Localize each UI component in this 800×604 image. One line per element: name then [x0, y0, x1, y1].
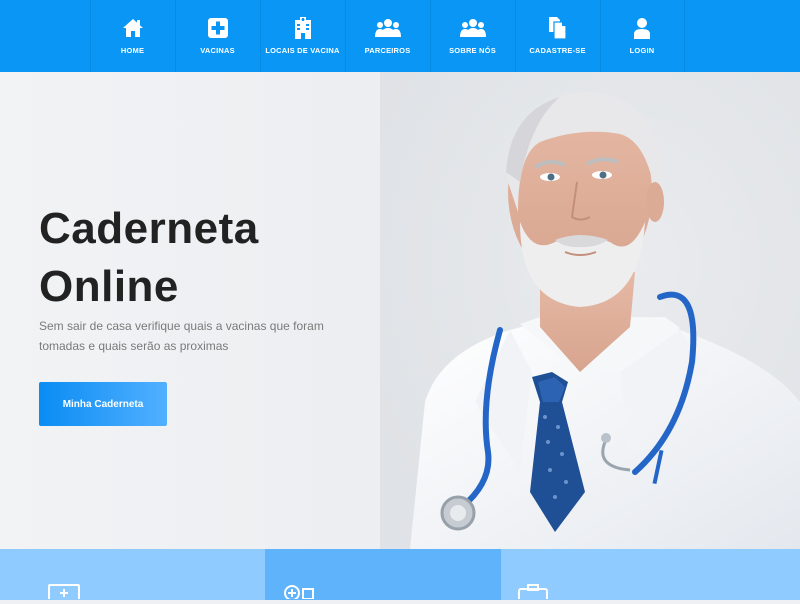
home-icon: [120, 15, 146, 41]
nav-item-sobre-nos[interactable]: SOBRE NÓS: [429, 0, 515, 72]
briefcase-icon: [517, 583, 549, 604]
monitor-icon: [48, 583, 80, 604]
users-icon: [374, 15, 401, 41]
nav-item-label: LOCAIS DE VACINA: [265, 46, 340, 55]
feature-panels: [0, 549, 800, 604]
nav-item-cadastre-se[interactable]: CADASTRE-SE: [514, 0, 600, 72]
medical-plus-icon: [205, 15, 231, 41]
nav-item-login[interactable]: LOGIN: [599, 0, 685, 72]
nav-item-label: PARCEIROS: [364, 46, 411, 55]
nav-item-label: LOGIN: [629, 46, 655, 55]
minha-caderneta-button[interactable]: Minha Caderneta: [39, 382, 167, 426]
nav-item-parceiros[interactable]: PARCEIROS: [344, 0, 430, 72]
hero-title: Caderneta Online: [39, 200, 259, 316]
feature-panel[interactable]: [0, 549, 265, 602]
nav-item-home[interactable]: HOME: [89, 0, 175, 72]
nav-item-label: HOME: [120, 46, 145, 55]
top-navigation: HOME VACINAS LOCAIS DE VACINA PARCEIROS …: [0, 0, 800, 72]
nav-item-locais-de-vacina[interactable]: LOCAIS DE VACINA: [259, 0, 345, 72]
feature-panel[interactable]: [501, 549, 800, 604]
hero-title-line1: Caderneta: [39, 204, 259, 253]
hero-banner: Caderneta Online Sem sair de casa verifi…: [0, 72, 800, 549]
hospital-icon: [290, 15, 316, 41]
hero-subtitle: Sem sair de casa verifique quais a vacin…: [39, 319, 324, 353]
feature-panel[interactable]: [265, 549, 501, 601]
nav-items: HOME VACINAS LOCAIS DE VACINA PARCEIROS …: [89, 0, 685, 72]
users-icon: [459, 15, 486, 41]
nav-item-label: SOBRE NÓS: [449, 46, 496, 55]
doctor-photo: [380, 72, 800, 549]
medical-kit-icon: [283, 583, 315, 604]
hero-title-line2: Online: [39, 262, 179, 311]
documents-icon: [545, 15, 571, 41]
nav-item-vacinas[interactable]: VACINAS: [174, 0, 260, 72]
nav-item-label: VACINAS: [200, 46, 235, 55]
nav-item-label: CADASTRE-SE: [529, 46, 586, 55]
user-icon: [629, 15, 655, 41]
